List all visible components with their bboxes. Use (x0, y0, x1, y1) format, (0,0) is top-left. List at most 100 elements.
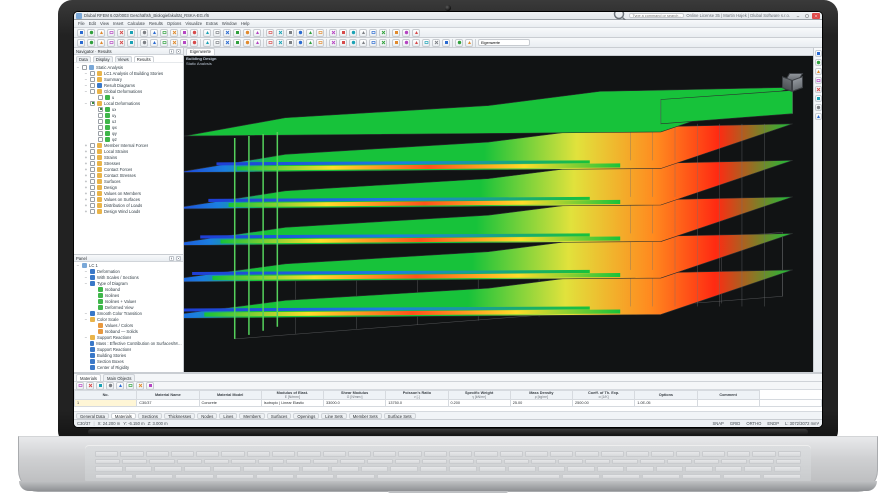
menu-results[interactable]: Results (149, 21, 163, 26)
view-tool-meas-[interactable] (815, 95, 822, 102)
col-no-[interactable]: No. (75, 391, 137, 400)
tool-properties[interactable] (180, 29, 188, 37)
menu-file[interactable]: File (78, 21, 85, 26)
tool-grid[interactable] (339, 29, 347, 37)
table-tool-edit[interactable] (86, 382, 94, 390)
tool-fillet[interactable] (203, 39, 211, 47)
menu-calculate[interactable]: Calculate (127, 21, 144, 26)
col-comment[interactable]: Comment (697, 391, 759, 400)
checkbox[interactable] (90, 203, 95, 208)
subtab-sections[interactable]: Sections (138, 413, 162, 419)
menu-help[interactable]: Help (241, 21, 250, 26)
tool-results-view[interactable] (412, 39, 420, 47)
tool-design[interactable] (266, 29, 274, 37)
checkbox[interactable] (98, 95, 103, 100)
disclosure-icon[interactable]: − (84, 89, 88, 94)
table-tool-export[interactable] (146, 382, 154, 390)
disclosure-icon[interactable]: − (84, 83, 88, 88)
tool-filter[interactable] (296, 29, 304, 37)
disclosure-icon[interactable]: + (84, 203, 88, 208)
tool-rendering[interactable] (243, 29, 251, 37)
col-mass-density[interactable]: Mass Densityρ [kg/m³] (510, 391, 572, 400)
col-shear-modulus[interactable]: Shear ModulusG [N/mm²] (324, 391, 386, 400)
tool-copy[interactable] (150, 29, 158, 37)
tree-item[interactable]: +Design Wind Loads (74, 208, 183, 214)
table-tool-copy[interactable] (106, 382, 114, 390)
tool-section[interactable] (359, 29, 367, 37)
table-tool-filter[interactable] (126, 382, 134, 390)
tool-clip[interactable] (369, 29, 377, 37)
tool-load-cases[interactable] (276, 29, 284, 37)
tool-snap[interactable] (329, 29, 337, 37)
tool-project-nav[interactable] (170, 29, 178, 37)
tool-merge[interactable] (160, 39, 168, 47)
tree-item[interactable]: Center of Rigidity (74, 364, 183, 370)
tool-scale[interactable] (127, 39, 135, 47)
view-tool-iso[interactable] (815, 113, 822, 120)
disclosure-icon[interactable]: + (84, 197, 88, 202)
tool-split[interactable] (150, 39, 158, 47)
col-material-name[interactable]: Material Name (137, 391, 199, 400)
disclosure-icon[interactable]: + (84, 179, 88, 184)
tool-mirror[interactable] (117, 39, 125, 47)
menu-options[interactable]: Options (167, 21, 181, 26)
col-modulus-of-elast-[interactable]: Modulus of Elast.E [N/mm²] (261, 391, 323, 400)
tool-sections[interactable] (432, 39, 440, 47)
checkbox[interactable] (98, 137, 103, 142)
tool-views[interactable] (223, 29, 231, 37)
3d-viewport[interactable] (184, 65, 813, 372)
col-specific-weight[interactable]: Specific Weightγ [kN/m³] (448, 391, 510, 400)
tool-load-node[interactable] (349, 39, 357, 47)
tool-solid[interactable] (286, 39, 294, 47)
tool-release[interactable] (316, 39, 324, 47)
disclosure-icon[interactable]: − (84, 269, 88, 274)
tool-surface[interactable] (266, 39, 274, 47)
checkbox[interactable] (90, 185, 95, 190)
tool-select[interactable] (77, 39, 85, 47)
table-row[interactable]: 1C30/37ConcreteIsotropic | Linear Elasti… (75, 400, 822, 407)
disclosure-icon[interactable]: − (84, 317, 88, 322)
close-button[interactable] (812, 13, 820, 19)
tool-support[interactable] (329, 39, 337, 47)
tool-new[interactable] (77, 29, 85, 37)
checkbox[interactable] (90, 161, 95, 166)
menu-visualize[interactable]: Visualize (185, 21, 202, 26)
table-tool-delete[interactable] (96, 382, 104, 390)
view-tool-rotate[interactable] (815, 68, 822, 75)
menu-window[interactable]: Window (222, 21, 237, 26)
tool-temperature[interactable] (379, 39, 387, 47)
tool-named-views[interactable] (233, 29, 241, 37)
tool-array[interactable] (140, 39, 148, 47)
tool-hinge[interactable] (339, 39, 347, 47)
nav-tab-views[interactable]: Views (115, 56, 132, 62)
tool-print[interactable] (107, 29, 115, 37)
checkbox[interactable] (90, 143, 95, 148)
panel-close-icon[interactable] (176, 256, 181, 261)
subtab-general-data[interactable]: General Data (76, 413, 109, 419)
tool-member[interactable] (306, 39, 314, 47)
disclosure-icon[interactable]: − (84, 77, 88, 82)
status-pill-grid[interactable]: GRID (730, 421, 740, 426)
tool-section[interactable] (296, 39, 304, 47)
panel-pin-icon[interactable] (169, 256, 174, 261)
tool-node[interactable] (223, 39, 231, 47)
disclosure-icon[interactable]: − (76, 263, 80, 268)
tool-redo[interactable] (127, 29, 135, 37)
view-tool-select[interactable] (815, 104, 822, 111)
tool-extend[interactable] (190, 39, 198, 47)
tool-report[interactable] (402, 29, 410, 37)
tool-load-surface[interactable] (369, 39, 377, 47)
checkbox[interactable] (90, 155, 95, 160)
tool-imperfection[interactable] (392, 39, 400, 47)
tool-select[interactable] (306, 29, 314, 37)
checkbox[interactable] (90, 167, 95, 172)
nav-tab-display[interactable]: Display (93, 56, 113, 62)
checkbox[interactable] (82, 65, 87, 70)
table-tool-columns[interactable] (136, 382, 144, 390)
checkbox[interactable] (90, 197, 95, 202)
checkbox[interactable] (90, 71, 95, 76)
disclosure-icon[interactable]: + (84, 191, 88, 196)
checkbox[interactable] (90, 89, 95, 94)
tool-combine[interactable] (286, 29, 294, 37)
disclosure-icon[interactable]: − (84, 311, 88, 316)
